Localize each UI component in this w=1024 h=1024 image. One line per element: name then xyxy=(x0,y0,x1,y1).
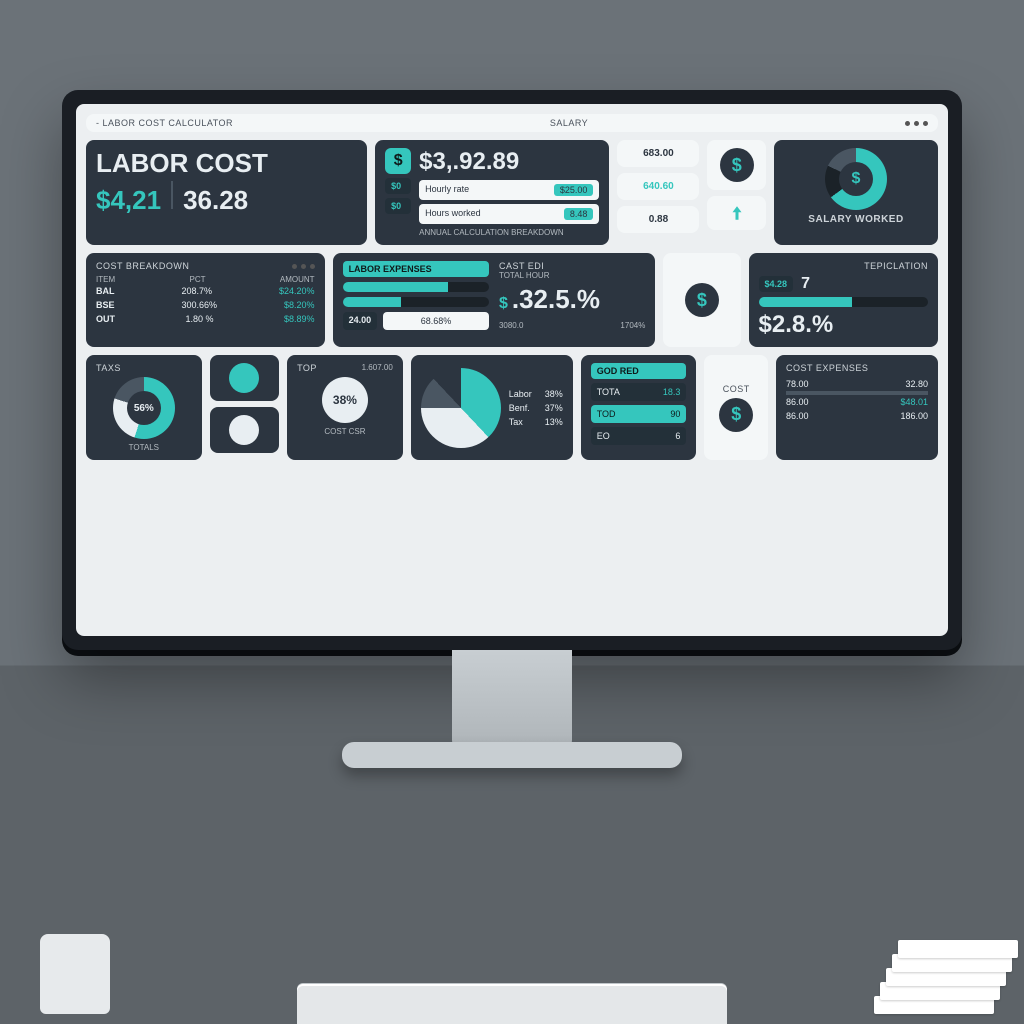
hero-footnote: ANNUAL CALCULATION BREAKDOWN xyxy=(419,228,599,237)
table-row: OUT1.80 %$8.89% xyxy=(96,312,315,326)
pill-a: 24.00 xyxy=(343,312,378,330)
dollar-icon: $ xyxy=(685,283,719,317)
monitor-frame: - LABOR COST CALCULATOR SALARY LABOR COS… xyxy=(62,90,962,650)
tepiclation-card: TEPICLATION $4.28 7 $2.8.% xyxy=(749,253,938,347)
table-row: BSE300.66%$8.20% xyxy=(96,298,315,312)
main-amount-card: $ $0 $0 $3,.92.89 Hourly rate $25.00 Hou… xyxy=(375,140,609,245)
expenses-card: COST EXPENSES 78.0032.80 86.00$48.01 86.… xyxy=(776,355,938,460)
dollar-icon: $ xyxy=(719,398,753,432)
stat-a: 683.00 xyxy=(617,140,699,167)
keyboard-prop xyxy=(297,984,727,1024)
stat-b: 640.60 xyxy=(617,173,699,200)
table-row: 86.00$48.01 xyxy=(786,395,928,409)
mini-circle-stack xyxy=(210,355,279,460)
circle-icon xyxy=(229,415,259,445)
dollar-icon: $ xyxy=(852,170,861,188)
breakdown-table: BAL208.7%$24.20% BSE300.66%$8.20% OUT1.8… xyxy=(96,284,315,326)
breakdown-title: COST BREAKDOWN xyxy=(96,261,189,271)
dollar-icon: $ xyxy=(499,295,508,313)
progress-bar-2 xyxy=(343,297,489,307)
more-icon[interactable] xyxy=(905,121,928,126)
taxes-card: TAXS 56% TOTALS xyxy=(86,355,202,460)
input-hourly-rate[interactable]: Hourly rate $25.00 xyxy=(419,180,599,200)
taxes-foot: TOTALS xyxy=(129,443,159,452)
dollar-arrow-col: $ xyxy=(707,140,766,245)
taxes-title: TAXS xyxy=(96,363,121,373)
mug-prop xyxy=(40,934,110,1014)
center-big-pct: .32.5.% xyxy=(512,284,600,315)
misc-small-card: TOP 1.607.00 38% COST CSR xyxy=(287,355,403,460)
header-center-label: SALARY xyxy=(550,118,588,128)
input-hours-worked[interactable]: Hours worked 8.48 xyxy=(419,204,599,224)
tepiclation-stat: $4.28 xyxy=(759,276,794,292)
table-row: 78.0032.80 xyxy=(786,377,928,391)
app-screen: - LABOR COST CALCULATOR SALARY LABOR COS… xyxy=(76,104,948,636)
cost-pie-chart xyxy=(421,368,501,448)
table-row: BAL208.7%$24.20% xyxy=(96,284,315,298)
table-row: 86.00186.00 xyxy=(786,409,928,423)
hero-labor-cost: LABOR COST $4,21 36.28 xyxy=(86,140,367,245)
expenses-title: COST EXPENSES xyxy=(786,363,928,373)
tag-chip[interactable]: GOD RED xyxy=(591,363,687,379)
tepiclation-title: TEPICLATION xyxy=(759,261,928,271)
dollar-icon: $ xyxy=(720,148,754,182)
dollar-icon: $ xyxy=(385,148,411,174)
pill-b: 68.68% xyxy=(383,312,489,330)
circle-icon xyxy=(229,363,259,393)
main-amount: $3,.92.89 xyxy=(419,148,599,176)
stat-c: 0.88 xyxy=(617,206,699,233)
tepiclation-big: $2.8.% xyxy=(759,311,928,339)
tags-card: GOD RED TOTA18.3 TOD90 EO6 xyxy=(581,355,697,460)
tag-row: EO6 xyxy=(591,427,687,445)
hero-title: LABOR COST xyxy=(96,148,357,179)
top-small-stack: 683.00 640.60 0.88 xyxy=(617,140,699,245)
chip-labor-expenses[interactable]: LABOR EXPENSES xyxy=(343,261,489,277)
progress-bar-1 xyxy=(343,282,489,292)
more-icon[interactable] xyxy=(292,264,315,269)
monitor-stand xyxy=(452,650,572,750)
expenses-table: 78.0032.80 86.00$48.01 86.00186.00 xyxy=(786,377,928,423)
center-metrics-card: LABOR EXPENSES 24.00 68.68% CAST EDI TOT… xyxy=(333,253,656,347)
dollar-tile: $ xyxy=(663,253,740,347)
tag-row: TOD90 xyxy=(591,405,687,423)
hero-value-right: 36.28 xyxy=(183,185,248,216)
tepiclation-bar xyxy=(759,297,928,307)
breadcrumb: - LABOR COST CALCULATOR xyxy=(96,118,233,128)
subchip-2: $0 xyxy=(385,198,411,214)
cost-tile: COST $ xyxy=(704,355,768,460)
hero-value-left: $4,21 xyxy=(96,185,161,216)
breakdown-card: COST BREAKDOWN ITEM PCT AMOUNT BAL208.7%… xyxy=(86,253,325,347)
center-heading: CAST EDI xyxy=(499,261,645,271)
salary-worked-title: SALARY WORKED xyxy=(808,214,903,225)
salary-worked-card: $ SALARY WORKED xyxy=(774,140,938,245)
center-sub: TOTAL HOUR xyxy=(499,271,645,280)
cost-pie-card: Labor38% Benf.37% Tax13% xyxy=(411,355,573,460)
header-bar: - LABOR COST CALCULATOR SALARY xyxy=(86,114,938,132)
arrow-up-icon xyxy=(728,204,746,222)
subchip-1: $0 xyxy=(385,178,411,194)
tag-row: TOTA18.3 xyxy=(591,383,687,401)
papers-prop xyxy=(874,924,994,1014)
